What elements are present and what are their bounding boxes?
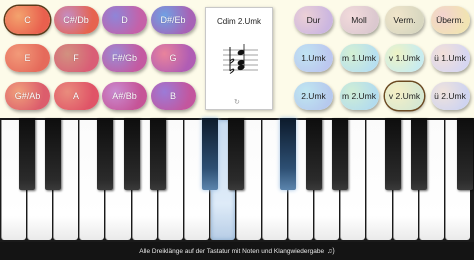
note-label: A#/Bb [112,91,137,101]
top-panel: C C#/Db D D#/Eb E F F#/Gb G G#/Ab A A#/Bb B Dur Moll… [0,0,474,118]
black-key[interactable] [97,118,114,190]
black-key[interactable] [45,118,62,190]
chord-type-button[interactable]: Dur [294,6,333,34]
staff-notation [223,44,258,74]
chord-score-card: Cdim 2.Umk ↻ [205,7,273,110]
chord-type-label: v 2.Umk [388,91,421,101]
black-key[interactable] [19,118,36,190]
note-button[interactable]: A [53,82,99,110]
replay-icon[interactable]: ↻ [234,98,240,106]
black-key[interactable] [332,118,349,190]
note-button[interactable]: E [5,44,50,72]
chord-type-button[interactable]: v 1.Umk [385,44,424,72]
black-key[interactable] [306,118,323,190]
note-label: D [121,15,128,25]
note-label: A [72,91,79,101]
chord-type-label: ü 1.Umk [434,53,466,63]
chord-type-button[interactable]: v 2.Umk [385,82,424,110]
chord-type-button[interactable]: ü 1.Umk [430,44,470,72]
chord-type-button[interactable]: m 2.Umk [339,82,379,110]
note-label: E [24,53,31,63]
black-key[interactable] [384,118,401,190]
sound-icon[interactable]: ♫) [327,248,335,255]
chord-type-label: Verm. [393,15,416,25]
chord-type-label: 2.Umk [301,91,326,101]
chord-type-label: Moll [351,15,367,25]
piano-keyboard [0,118,474,242]
black-key[interactable] [201,118,218,190]
note-label: C [24,15,31,25]
note-button[interactable]: D [102,6,147,34]
chord-type-button[interactable]: 1.Umk [294,44,333,72]
chord-type-label: Dur [306,15,321,25]
chord-type-button[interactable]: Überm. [430,6,470,34]
chord-type-label: m 2.Umk [342,91,376,101]
chord-type-label: Überm. [436,15,464,25]
note-label: B [169,91,176,101]
chord-type-button[interactable]: Verm. [385,6,424,34]
note-label: G#/Ab [14,91,41,101]
black-key[interactable] [149,118,166,190]
note-label: C#/Db [63,15,89,25]
black-key[interactable] [457,118,473,190]
black-key[interactable] [280,118,297,190]
note-button[interactable]: F [53,44,99,72]
note-label: F#/Gb [111,53,137,63]
note-button[interactable]: A#/Bb [102,82,147,110]
note-button[interactable]: C [5,6,50,34]
black-key[interactable] [410,118,427,190]
chord-type-button[interactable]: Moll [339,6,379,34]
footer-text: Alle Dreiklänge auf der Tastatur mit Not… [139,247,325,255]
black-key[interactable] [123,118,140,190]
note-label: F [73,53,79,63]
chord-type-label: 1.Umk [301,53,326,63]
chord-type-label: v 1.Umk [388,53,421,63]
chord-type-button[interactable]: ü 2.Umk [430,82,470,110]
note-button[interactable]: G#/Ab [5,82,50,110]
black-key[interactable] [227,118,244,190]
chord-type-label: m 1.Umk [342,53,376,63]
note-label: D#/Eb [160,15,186,25]
note-button[interactable]: F#/Gb [102,44,147,72]
chord-type-button[interactable]: m 1.Umk [339,44,379,72]
chord-type-label: ü 2.Umk [434,91,466,101]
note-button[interactable]: C#/Db [53,6,99,34]
score-title: Cdim 2.Umk [216,17,261,26]
note-button[interactable]: G [150,44,196,72]
note-label: G [169,53,177,63]
note-button[interactable]: D#/Eb [150,6,196,34]
chord-type-button[interactable]: 2.Umk [294,82,333,110]
note-button[interactable]: B [150,82,196,110]
footer-bar: Alle Dreiklänge auf der Tastatur mit Not… [0,242,474,260]
